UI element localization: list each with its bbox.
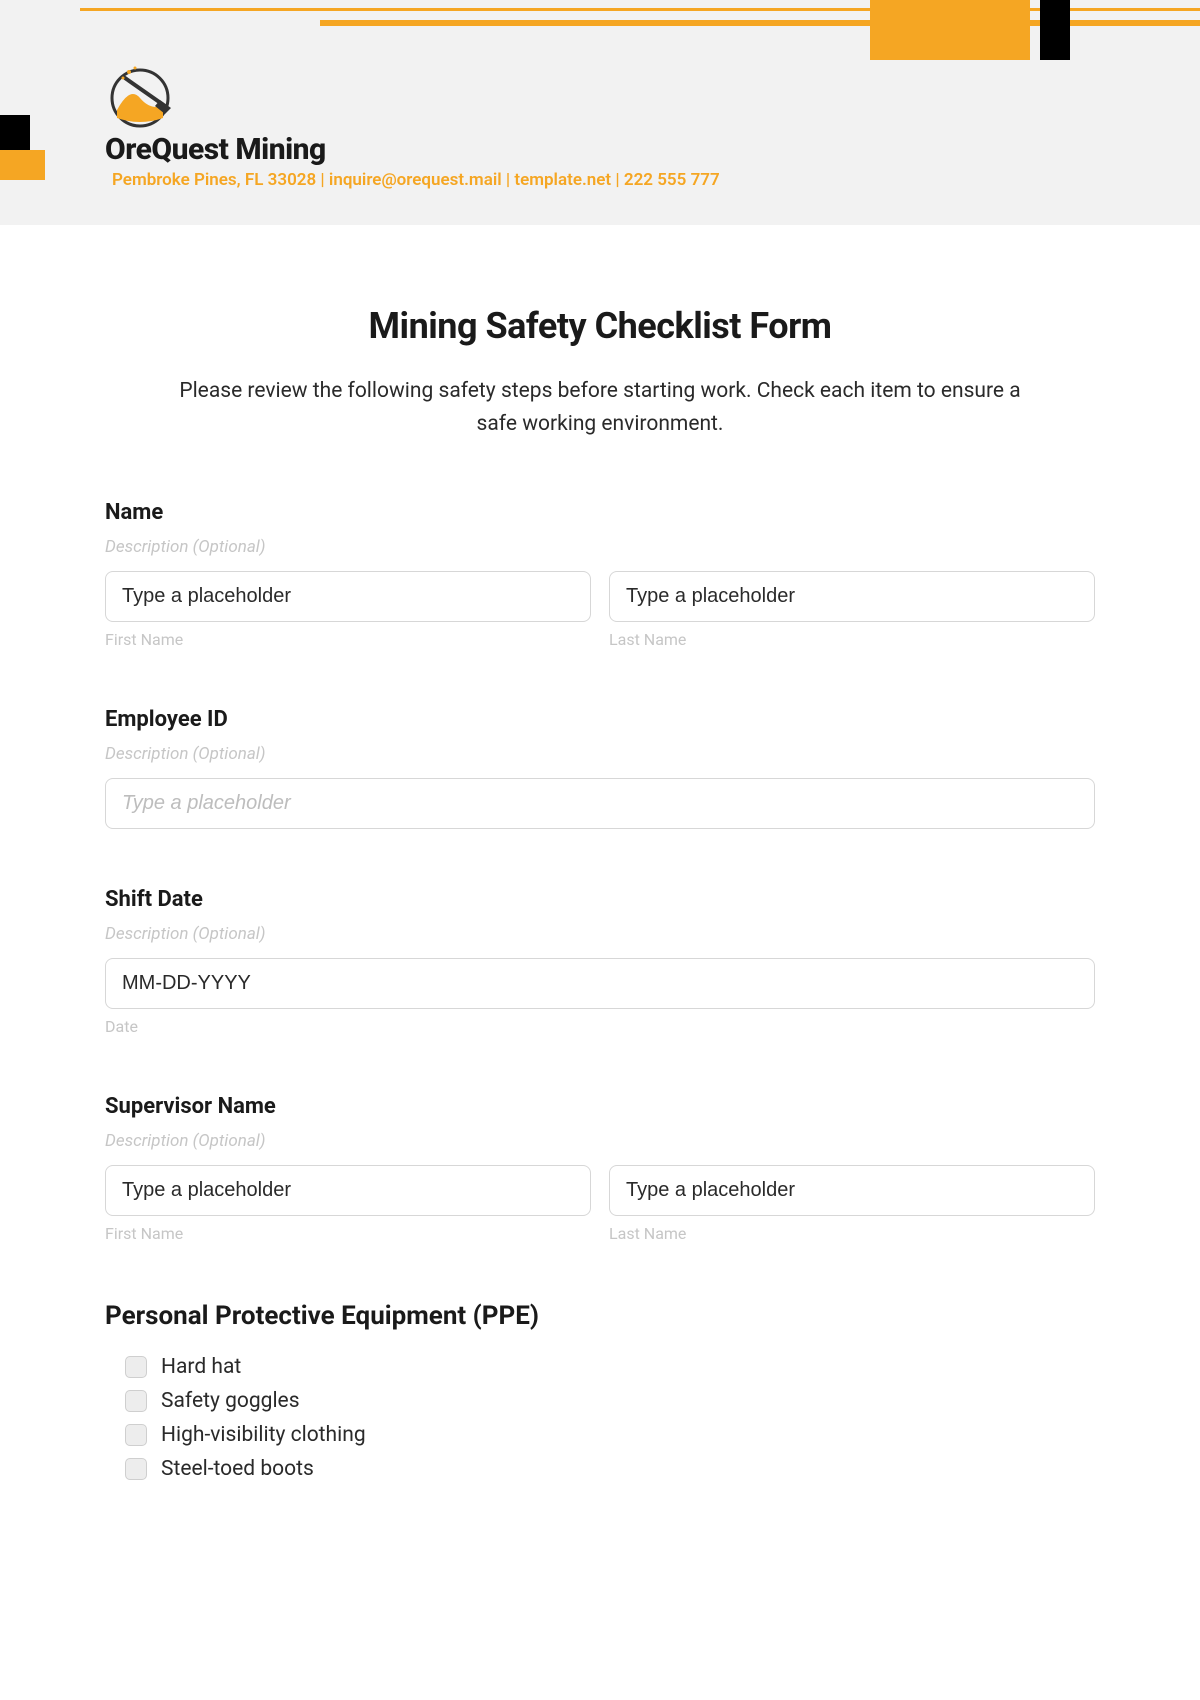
field-group-supervisor: Supervisor Name Description (Optional) F… xyxy=(105,1094,1095,1243)
deco-block xyxy=(0,115,30,150)
document-header: OreQuest Mining Pembroke Pines, FL 33028… xyxy=(0,0,1200,225)
field-description-hint: Description (Optional) xyxy=(105,537,1095,557)
checkbox[interactable] xyxy=(125,1390,147,1412)
deco-block xyxy=(870,0,1030,60)
check-item: High-visibility clothing xyxy=(125,1423,1095,1447)
company-contact-info: Pembroke Pines, FL 33028 | inquire@orequ… xyxy=(112,170,720,190)
deco-block xyxy=(1040,0,1070,60)
field-group-employee-id: Employee ID Description (Optional) xyxy=(105,707,1095,829)
check-item: Hard hat xyxy=(125,1355,1095,1379)
form-intro: Please review the following safety steps… xyxy=(160,375,1040,440)
field-label: Name xyxy=(105,500,1095,525)
supervisor-first-name-input[interactable] xyxy=(105,1165,591,1216)
field-label: Employee ID xyxy=(105,707,1095,732)
field-label: Shift Date xyxy=(105,887,1095,912)
field-group-name: Name Description (Optional) First Name L… xyxy=(105,500,1095,649)
first-name-input[interactable] xyxy=(105,571,591,622)
last-name-sublabel: Last Name xyxy=(609,1224,1095,1243)
form-title: Mining Safety Checklist Form xyxy=(105,305,1095,347)
last-name-input[interactable] xyxy=(609,571,1095,622)
company-logo-icon xyxy=(105,58,185,132)
date-sublabel: Date xyxy=(105,1017,1095,1036)
shift-date-input[interactable] xyxy=(105,958,1095,1009)
supervisor-last-name-input[interactable] xyxy=(609,1165,1095,1216)
employee-id-input[interactable] xyxy=(105,778,1095,829)
field-description-hint: Description (Optional) xyxy=(105,1131,1095,1151)
field-description-hint: Description (Optional) xyxy=(105,924,1095,944)
first-name-sublabel: First Name xyxy=(105,1224,591,1243)
deco-block xyxy=(0,150,45,180)
checkbox[interactable] xyxy=(125,1458,147,1480)
company-name: OreQuest Mining xyxy=(105,132,326,167)
check-label: Steel-toed boots xyxy=(161,1457,314,1481)
field-group-shift-date: Shift Date Description (Optional) Date xyxy=(105,887,1095,1036)
ppe-heading: Personal Protective Equipment (PPE) xyxy=(105,1301,1095,1331)
check-label: Safety goggles xyxy=(161,1389,300,1413)
first-name-sublabel: First Name xyxy=(105,630,591,649)
deco-line xyxy=(80,8,1200,11)
check-item: Steel-toed boots xyxy=(125,1457,1095,1481)
checkbox[interactable] xyxy=(125,1356,147,1378)
check-item: Safety goggles xyxy=(125,1389,1095,1413)
form-body: Mining Safety Checklist Form Please revi… xyxy=(0,225,1200,1531)
field-description-hint: Description (Optional) xyxy=(105,744,1095,764)
check-label: Hard hat xyxy=(161,1355,241,1379)
last-name-sublabel: Last Name xyxy=(609,630,1095,649)
check-label: High-visibility clothing xyxy=(161,1423,366,1447)
field-label: Supervisor Name xyxy=(105,1094,1095,1119)
ppe-checklist: Hard hat Safety goggles High-visibility … xyxy=(105,1355,1095,1481)
checkbox[interactable] xyxy=(125,1424,147,1446)
